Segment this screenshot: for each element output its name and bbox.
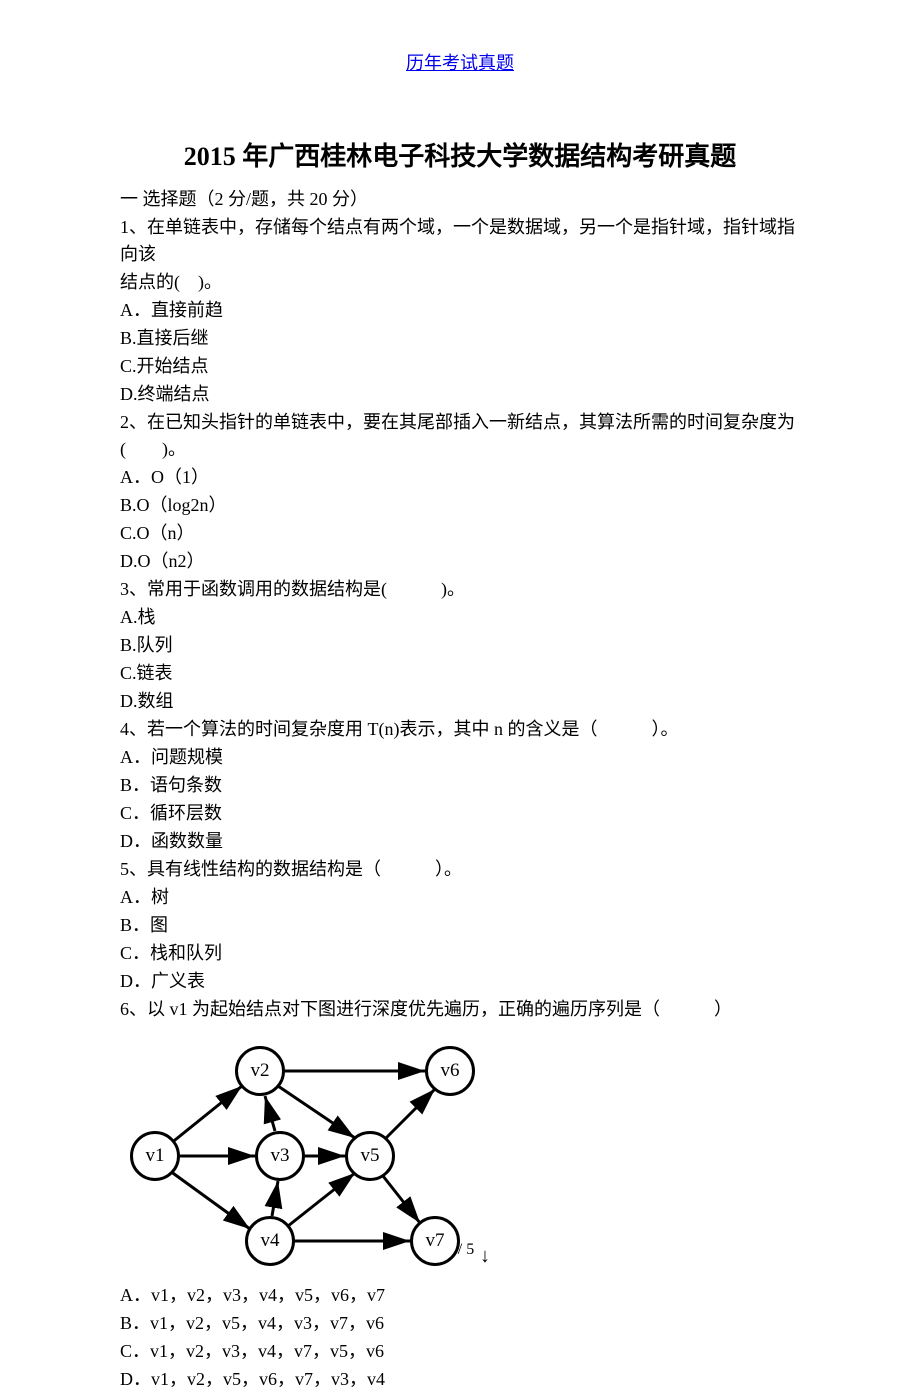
graph-node-label: v5 — [361, 1142, 380, 1171]
q1-option-d: D.终端结点 — [120, 381, 800, 408]
q6-option-a: A．v1，v2，v3，v4，v5，v6，v7 — [120, 1282, 800, 1309]
q6-option-b: B．v1，v2，v5，v4，v3，v7，v6 — [120, 1310, 800, 1337]
q5-option-b: B．图 — [120, 912, 800, 939]
graph-node-label: v2 — [251, 1057, 270, 1086]
graph-node-v5: v5 — [345, 1131, 395, 1181]
q1-stem-line1: 1、在单链表中，存储每个结点有两个域，一个是数据域，另一个是指针域，指针域指向该 — [120, 214, 800, 268]
graph-node-label: v1 — [146, 1142, 165, 1171]
q5-option-d: D．广义表 — [120, 968, 800, 995]
graph-node-v6: v6 — [425, 1046, 475, 1096]
q5-option-c: C．栈和队列 — [120, 940, 800, 967]
graph-node-v2: v2 — [235, 1046, 285, 1096]
q3-option-a: A.栈 — [120, 604, 800, 631]
q3-option-b: B.队列 — [120, 632, 800, 659]
q2-option-a: A．O（1） — [120, 464, 800, 491]
q1-stem-line2: 结点的( )。 — [120, 269, 800, 296]
q5-option-a: A．树 — [120, 884, 800, 911]
q2-stem: 2、在已知头指针的单链表中，要在其尾部插入一新结点，其算法所需的时间复杂度为( … — [120, 409, 800, 463]
q4-option-b: B．语句条数 — [120, 772, 800, 799]
q2-option-b: B.O（log2n） — [120, 492, 800, 519]
graph-node-label: v3 — [271, 1142, 290, 1171]
q4-option-d: D．函数数量 — [120, 828, 800, 855]
graph-node-v1: v1 — [130, 1131, 180, 1181]
graph-node-label: v4 — [261, 1227, 280, 1256]
q4-stem: 4、若一个算法的时间复杂度用 T(n)表示，其中 n 的含义是（ ）。 — [120, 716, 800, 743]
graph-node-label: v6 — [441, 1057, 460, 1086]
graph-node-v3: v3 — [255, 1131, 305, 1181]
q6-option-d: D．v1，v2，v5，v6，v7，v3，v4 — [120, 1366, 800, 1393]
q1-option-b: B.直接后继 — [120, 325, 800, 352]
q6-stem: 6、以 v1 为起始结点对下图进行深度优先遍历，正确的遍历序列是（ ） — [120, 996, 800, 1023]
graph-node-v7: v7 — [410, 1216, 460, 1266]
q3-option-d: D.数组 — [120, 688, 800, 715]
q6-graph: v1 v2 v3 v4 v5 v6 v7 ↓ — [120, 1031, 500, 1281]
q3-stem: 3、常用于函数调用的数据结构是( )。 — [120, 576, 800, 603]
section-heading: 一 选择题（2 分/题，共 20 分） — [120, 186, 800, 213]
q4-option-c: C．循环层数 — [120, 800, 800, 827]
q3-option-c: C.链表 — [120, 660, 800, 687]
header-link[interactable]: 历年考试真题 — [120, 50, 800, 77]
q1-option-c: C.开始结点 — [120, 353, 800, 380]
q4-option-a: A．问题规模 — [120, 744, 800, 771]
q5-stem: 5、具有线性结构的数据结构是（ ）。 — [120, 856, 800, 883]
q1-option-a: A．直接前趋 — [120, 297, 800, 324]
graph-node-v4: v4 — [245, 1216, 295, 1266]
page-title: 2015 年广西桂林电子科技大学数据结构考研真题 — [120, 137, 800, 176]
q2-option-c: C.O（n） — [120, 520, 800, 547]
graph-node-label: v7 — [426, 1227, 445, 1256]
q2-option-d: D.O（n2） — [120, 548, 800, 575]
q6-option-c: C．v1，v2，v3，v4，v7，v5，v6 — [120, 1338, 800, 1365]
